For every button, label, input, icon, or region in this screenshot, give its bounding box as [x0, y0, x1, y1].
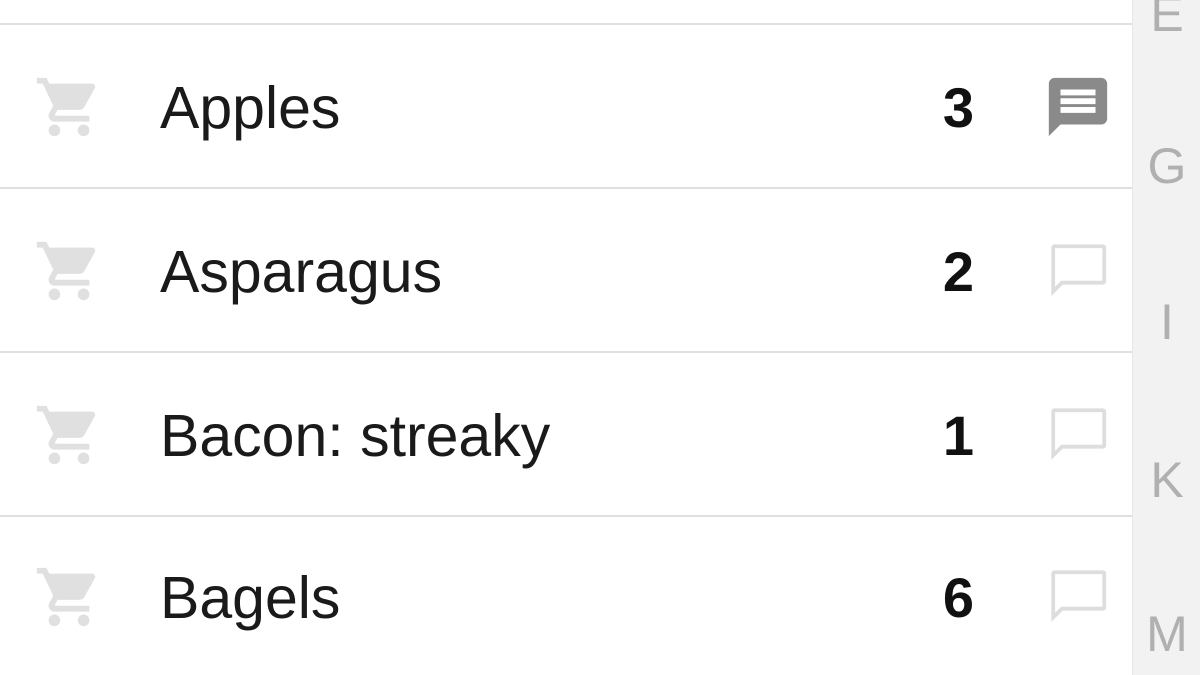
- index-letter[interactable]: I: [1133, 294, 1200, 350]
- item-quantity[interactable]: 2: [914, 239, 974, 305]
- comment-outline-icon[interactable]: [1042, 400, 1114, 470]
- shopping-cart-icon[interactable]: [34, 562, 104, 632]
- comment-outline-icon[interactable]: [1042, 236, 1114, 306]
- list-item[interactable]: Apples 3: [0, 25, 1132, 189]
- list-item[interactable]: Bagels 6: [0, 517, 1132, 675]
- shopping-list[interactable]: Apples 3 Asparagus 2 Bacon: streaky 1 Ba…: [0, 0, 1132, 675]
- item-name: Asparagus: [160, 239, 443, 305]
- shopping-cart-icon[interactable]: [34, 400, 104, 470]
- item-name: Bacon: streaky: [160, 403, 551, 469]
- shopping-list-screen: Apples 3 Asparagus 2 Bacon: streaky 1 Ba…: [0, 0, 1200, 675]
- item-quantity[interactable]: 3: [914, 75, 974, 141]
- comment-outline-icon[interactable]: [1042, 562, 1114, 632]
- index-letter[interactable]: K: [1133, 452, 1200, 508]
- alphabet-index-bar[interactable]: E G I K M: [1132, 0, 1200, 675]
- item-name: Bagels: [160, 565, 341, 631]
- item-name: Apples: [160, 75, 341, 141]
- item-quantity[interactable]: 6: [914, 565, 974, 631]
- shopping-cart-icon[interactable]: [34, 236, 104, 306]
- shopping-cart-icon[interactable]: [34, 72, 104, 142]
- list-item[interactable]: Asparagus 2: [0, 189, 1132, 353]
- index-letter[interactable]: M: [1133, 606, 1200, 662]
- index-letter[interactable]: E: [1133, 0, 1200, 42]
- list-item-partial: [0, 0, 1132, 25]
- item-quantity[interactable]: 1: [914, 403, 974, 469]
- index-letter[interactable]: G: [1133, 138, 1200, 194]
- comment-filled-icon[interactable]: [1042, 72, 1114, 142]
- list-item[interactable]: Bacon: streaky 1: [0, 353, 1132, 517]
